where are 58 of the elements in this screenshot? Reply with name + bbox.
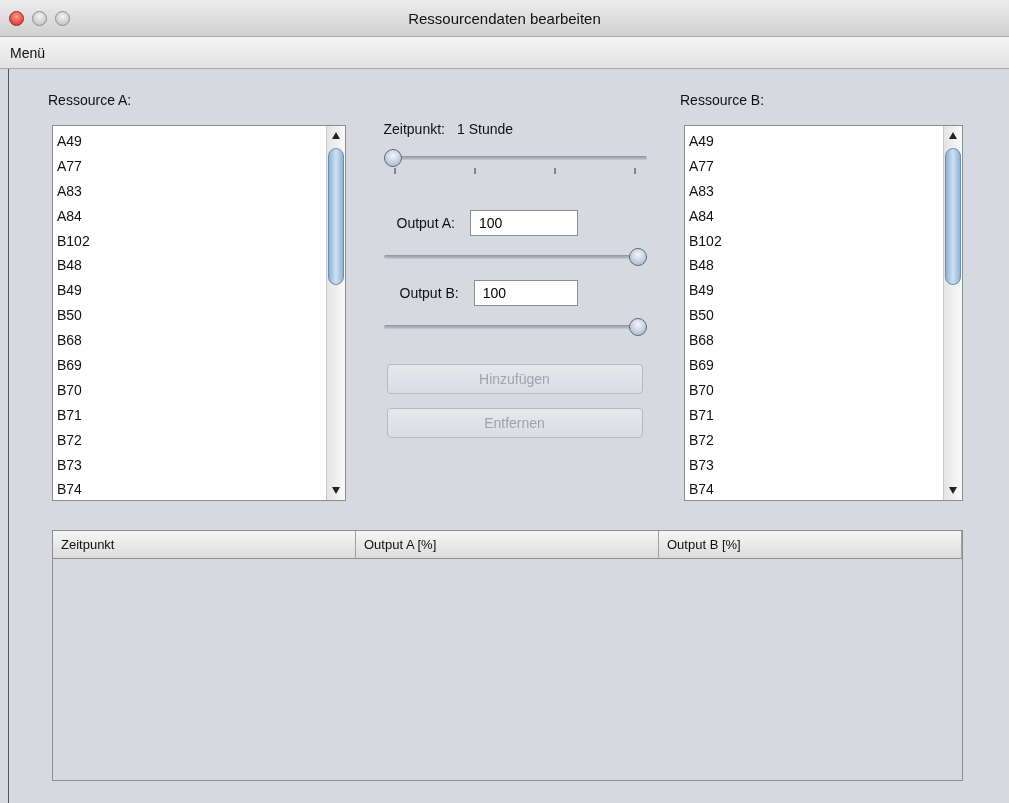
list-item[interactable]: B48 bbox=[57, 253, 322, 279]
slider-thumb[interactable] bbox=[628, 318, 647, 336]
resource-list[interactable]: A49 A77 A83 A84 B102 B48 B49 B50 B68 B69 B70 B71 B72 B73 B74 bbox=[684, 125, 963, 501]
minimize-button[interactable] bbox=[32, 11, 47, 26]
list-item[interactable]: A49 bbox=[57, 129, 322, 154]
list-item[interactable]: B71 bbox=[689, 402, 939, 428]
list-item[interactable]: B70 bbox=[57, 377, 322, 403]
list-item[interactable]: A83 bbox=[689, 178, 939, 204]
list-item[interactable]: B68 bbox=[689, 328, 939, 353]
list-item[interactable]: B74 bbox=[57, 477, 322, 503]
window-title: Ressourcendaten bearbeiten bbox=[408, 9, 601, 27]
list-item[interactable]: B68 bbox=[57, 328, 322, 353]
list-item[interactable]: B48 bbox=[689, 253, 939, 279]
list-item[interactable]: A84 bbox=[57, 203, 322, 229]
list-item[interactable]: A83 bbox=[57, 178, 322, 204]
list-item[interactable]: B69 bbox=[57, 353, 322, 378]
list-item[interactable]: B73 bbox=[689, 452, 939, 478]
slider-thumb[interactable] bbox=[628, 248, 647, 266]
list-item[interactable]: B72 bbox=[57, 427, 322, 453]
menu-item[interactable]: Menü bbox=[10, 44, 46, 61]
column-header[interactable]: Zeitpunkt bbox=[53, 531, 356, 558]
list-item[interactable]: B72 bbox=[689, 427, 939, 453]
list-item[interactable]: B69 bbox=[689, 353, 939, 378]
list-item[interactable]: B73 bbox=[57, 452, 322, 478]
list-item[interactable]: B70 bbox=[689, 377, 939, 403]
list-item[interactable]: A77 bbox=[57, 153, 322, 179]
time-label: Zeitpunkt: bbox=[383, 121, 445, 139]
slider-thumb[interactable] bbox=[383, 149, 402, 167]
list-item[interactable]: B49 bbox=[689, 278, 939, 304]
column-header[interactable]: Output B [%] bbox=[659, 531, 962, 558]
list-item[interactable]: B74 bbox=[689, 477, 939, 503]
list-item[interactable]: A77 bbox=[689, 153, 939, 179]
close-button[interactable] bbox=[9, 11, 24, 26]
list-item[interactable]: B50 bbox=[689, 303, 939, 329]
output-field[interactable]: 100 bbox=[469, 210, 578, 236]
list-label: Ressource B: bbox=[680, 92, 766, 110]
scroll-thumb[interactable] bbox=[328, 148, 344, 285]
list-item[interactable]: A49 bbox=[689, 129, 939, 154]
output-label: Output A: bbox=[396, 215, 455, 231]
output-slider[interactable] bbox=[383, 318, 647, 336]
time-value: 1 Stunde bbox=[457, 121, 514, 139]
list-item[interactable]: B102 bbox=[689, 228, 939, 254]
output-slider[interactable] bbox=[383, 248, 647, 266]
scrollbar[interactable] bbox=[943, 126, 962, 500]
zoom-button[interactable] bbox=[55, 11, 70, 26]
time-slider[interactable] bbox=[383, 149, 647, 167]
resource-list[interactable]: A49 A77 A83 A84 B102 B48 B49 B50 B68 B69 B70 B71 B72 B73 B74 bbox=[52, 125, 346, 501]
column-header[interactable]: Output A [%] bbox=[356, 531, 659, 558]
output-label: Output B: bbox=[399, 285, 459, 301]
list-item[interactable]: B50 bbox=[57, 303, 322, 329]
list-label: Ressource A: bbox=[48, 92, 133, 110]
output-field[interactable]: 100 bbox=[473, 280, 578, 306]
list-item[interactable]: B49 bbox=[57, 278, 322, 304]
scrollbar[interactable] bbox=[326, 126, 345, 500]
scroll-thumb[interactable] bbox=[945, 148, 961, 285]
list-item[interactable]: A84 bbox=[689, 203, 939, 229]
list-item[interactable]: B102 bbox=[57, 228, 322, 254]
list-item[interactable]: B71 bbox=[57, 402, 322, 428]
